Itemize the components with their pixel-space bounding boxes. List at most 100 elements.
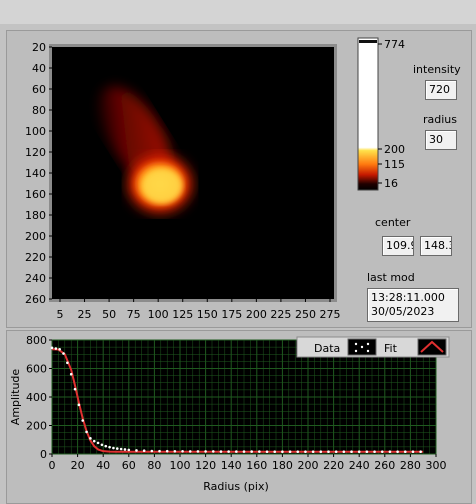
data-point [115, 447, 119, 450]
data-point [258, 450, 261, 453]
image-y-tick-label: 20 [32, 41, 46, 54]
colorbar: 774 200 115 16 [357, 37, 405, 191]
image-y-tick-label: 200 [25, 230, 46, 243]
chart-legend[interactable]: Data Fit [296, 336, 450, 358]
image-x-tick-label: 5 [57, 308, 64, 321]
y-tick-label: 800 [26, 334, 47, 347]
last-mod-field: 13:28:11.000 30/05/2023 [367, 288, 459, 322]
data-point [58, 347, 61, 351]
data-point [62, 352, 65, 355]
data-point [403, 450, 407, 454]
data-point [396, 450, 399, 454]
image-y-tick-label: 260 [25, 293, 46, 306]
radius-field[interactable]: 30 [425, 130, 457, 150]
data-point [380, 450, 384, 454]
legend-data-label: Data [314, 342, 340, 355]
radial-profile-chart[interactable]: 0 200 400 600 800 0 20 40 60 80 100 120 140 160 180 20… [0, 330, 476, 502]
data-point [135, 449, 138, 452]
x-tick-label: 300 [426, 459, 447, 472]
image-y-tick-label: 100 [25, 125, 46, 138]
data-point [196, 450, 200, 453]
image-y-tick-label: 140 [25, 167, 46, 180]
x-axis-title: Radius (pix) [203, 480, 269, 493]
y-tick-label: 0 [40, 448, 47, 461]
image-y-tick-label: 60 [32, 83, 46, 96]
data-point [342, 450, 346, 454]
data-point [123, 448, 127, 451]
data-point [69, 372, 73, 376]
image-x-tick-label: 75 [127, 308, 141, 321]
data-point [142, 449, 146, 453]
data-point [181, 449, 184, 453]
center-label: center [375, 216, 411, 229]
data-point [165, 449, 169, 453]
data-point [304, 450, 307, 454]
image-y-tick-label: 80 [32, 104, 46, 117]
data-point [411, 450, 415, 454]
data-point [112, 446, 115, 450]
data-point [158, 449, 161, 453]
data-point [150, 449, 154, 453]
data-point [373, 450, 376, 454]
data-point [327, 450, 330, 454]
image-x-axis: 5 25 50 75 100 125 150 175 200 225 250 275 [57, 299, 341, 321]
image-x-tick-label: 150 [197, 308, 218, 321]
data-point [54, 347, 58, 350]
data-point [89, 437, 92, 440]
data-point [273, 450, 277, 454]
image-y-axis: 20 40 60 80 100 120 140 160 180 200 220 240 260 [25, 41, 52, 306]
x-tick-label: 80 [147, 459, 161, 472]
data-point [334, 450, 338, 454]
x-tick-label: 280 [400, 459, 421, 472]
data-point [173, 449, 177, 453]
data-point [281, 450, 284, 454]
y-tick-label: 600 [26, 363, 47, 376]
x-tick-label: 0 [49, 459, 56, 472]
data-point [365, 450, 369, 454]
image-x-tick-label: 225 [270, 308, 291, 321]
image-y-tick-label: 40 [32, 62, 46, 75]
data-point [350, 450, 353, 454]
data-point [96, 441, 100, 445]
chart-x-axis: 0 20 40 60 80 100 120 140 160 180 200 220 240 260 280 3… [49, 454, 447, 472]
image-y-tick-label: 160 [25, 188, 46, 201]
colorbar-label-min: 16 [384, 177, 398, 190]
image-y-tick-label: 180 [25, 209, 46, 222]
x-tick-label: 160 [246, 459, 267, 472]
image-y-tick-label: 220 [25, 251, 46, 264]
center-y-field[interactable]: 148.3 [420, 236, 452, 256]
data-point [250, 450, 253, 453]
last-mod-label: last mod [367, 271, 415, 284]
radius-label: radius [423, 113, 458, 126]
data-point [92, 439, 96, 443]
intensity-field[interactable]: 720 [425, 80, 457, 100]
image-x-tick-label: 100 [148, 308, 169, 321]
x-tick-label: 20 [71, 459, 85, 472]
data-point [108, 445, 111, 449]
data-point [85, 430, 88, 434]
x-tick-label: 140 [221, 459, 242, 472]
data-point [311, 450, 315, 454]
intensity-label: intensity [413, 63, 461, 76]
image-x-tick-label: 275 [320, 308, 341, 321]
data-point [119, 447, 123, 451]
colorbar-label-115: 115 [384, 158, 405, 171]
image-x-tick-label: 250 [295, 308, 316, 321]
last-mod-date: 30/05/2023 [371, 305, 435, 318]
x-tick-label: 60 [122, 459, 136, 472]
data-point [104, 444, 108, 448]
x-tick-label: 100 [170, 459, 191, 472]
colorbar-max-marker[interactable] [359, 40, 377, 43]
legend-fit-label: Fit [384, 342, 398, 355]
x-tick-label: 40 [96, 459, 110, 472]
image-x-tick-label: 200 [246, 308, 267, 321]
data-point [265, 450, 269, 454]
data-point [288, 450, 292, 454]
data-point [50, 346, 54, 350]
data-point [66, 361, 69, 365]
center-x-field[interactable]: 109.9 [382, 236, 414, 256]
data-point [211, 450, 215, 453]
data-point [235, 450, 238, 453]
last-mod-time: 13:28:11.000 [371, 291, 445, 304]
data-point [227, 450, 230, 453]
